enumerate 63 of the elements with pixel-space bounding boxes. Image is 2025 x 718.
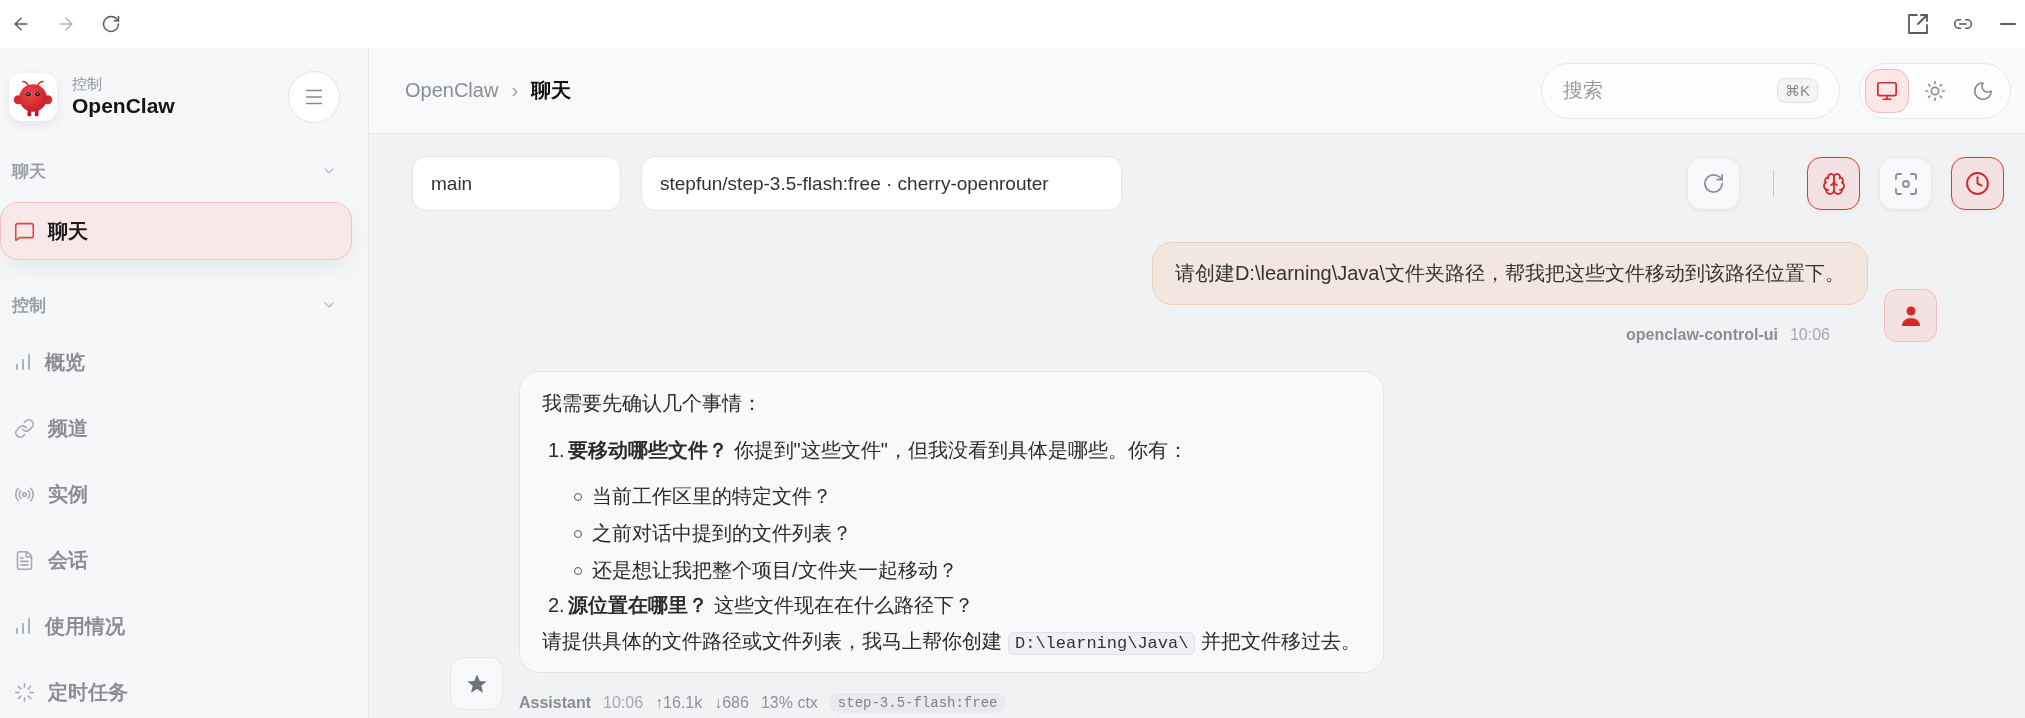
- list-number: 1.: [548, 438, 566, 463]
- system-theme-button[interactable]: [1865, 68, 1909, 113]
- usage-stat: ↓686: [714, 694, 749, 712]
- shortcut-hint: ⌘K: [1777, 78, 1818, 103]
- nav-item[interactable]: 定时任务: [0, 666, 352, 718]
- external-link-icon: [1908, 14, 1928, 34]
- message-time: 10:06: [603, 694, 644, 712]
- brand-subtitle: 控制: [72, 75, 103, 93]
- menu-button[interactable]: [288, 71, 340, 123]
- clock-icon: [1965, 171, 1990, 196]
- nav-item[interactable]: 聊天: [0, 202, 352, 260]
- breadcrumb-link[interactable]: OpenClaw: [405, 79, 499, 102]
- sender-name: Assistant: [519, 694, 592, 712]
- model-tag: step-3.5-flash:free: [829, 693, 1006, 713]
- nav-item[interactable]: 会话: [0, 534, 352, 586]
- chat-bubble-icon: [14, 220, 35, 242]
- monitor-icon: [1876, 79, 1898, 102]
- brand-name: OpenClaw: [72, 93, 175, 119]
- list-item-text: 之前对话中提到的文件列表？: [592, 521, 852, 546]
- link-icon: [14, 417, 35, 439]
- moon-icon: [1972, 79, 1994, 102]
- list-number: 2.: [548, 593, 566, 618]
- thinking-toggle[interactable]: [1807, 157, 1860, 210]
- sender-name: openclaw-control-ui: [1625, 326, 1778, 344]
- refresh-icon: [1702, 172, 1725, 195]
- nav-item[interactable]: 使用情况: [0, 600, 352, 652]
- star-icon: [466, 673, 487, 694]
- inline-code: D:\learning\Java\: [1008, 632, 1196, 655]
- refresh-button[interactable]: [1687, 157, 1740, 210]
- person-icon: [1900, 305, 1921, 326]
- sun-icon: [1924, 79, 1946, 102]
- section-toggle[interactable]: 聊天: [0, 156, 352, 186]
- focus-toggle[interactable]: [1879, 157, 1932, 210]
- nav-item[interactable]: 概览: [0, 336, 352, 388]
- breadcrumb-separator: ›: [511, 79, 519, 102]
- creature-logo-icon: [9, 73, 57, 121]
- message-time: 10:06: [1789, 326, 1830, 344]
- message-bubble: 请创建D:\learning\Java\文件夹路径，帮我把这些文件移动到该路径位置下。: [1151, 242, 1868, 305]
- list-item-text: 还是想让我把整个项目/文件夹一起移动？: [592, 558, 958, 583]
- session-select[interactable]: main: [412, 156, 621, 211]
- list-item-text: 当前工作区里的特定文件？: [592, 484, 832, 509]
- minus-icon: [2000, 23, 2016, 25]
- list-item-text: 源位置在哪里？ 这些文件现在在什么路径下？: [568, 593, 974, 618]
- nav-item[interactable]: 实例: [0, 468, 352, 520]
- section-toggle[interactable]: 控制: [0, 290, 352, 320]
- usage-stat: 13% ctx: [760, 694, 818, 712]
- breadcrumb-current: 聊天: [531, 78, 572, 103]
- nav-item[interactable]: 频道: [0, 402, 352, 454]
- document-icon: [14, 549, 35, 571]
- search-input[interactable]: 搜索: [1563, 75, 1767, 106]
- list-item-text: 要移动哪些文件？ 你提到"这些文件"，但我没看到具体是哪些。你有：: [568, 438, 1188, 463]
- message-paragraph: 我需要先确认几个事情：: [542, 391, 763, 416]
- reload-icon: [101, 14, 121, 34]
- focus-icon: [1894, 172, 1917, 195]
- brain-icon: [1821, 171, 1846, 196]
- usage-stat: ↑16.1k: [655, 694, 703, 712]
- model-select[interactable]: stepfun/step-3.5-flash:free · cherry-openrouter: [641, 156, 1122, 211]
- search-field[interactable]: 搜索 ⌘K: [1541, 62, 1840, 119]
- bar-chart-icon: [14, 353, 32, 371]
- loader-icon: [14, 681, 35, 703]
- schedule-toggle[interactable]: [1951, 157, 2004, 210]
- bar-chart-icon: [14, 617, 32, 635]
- message-paragraph: 请提供具体的文件路径或文件列表，我马上帮你创建 D:\learning\Java\ 并把文件移过去。: [542, 629, 1362, 657]
